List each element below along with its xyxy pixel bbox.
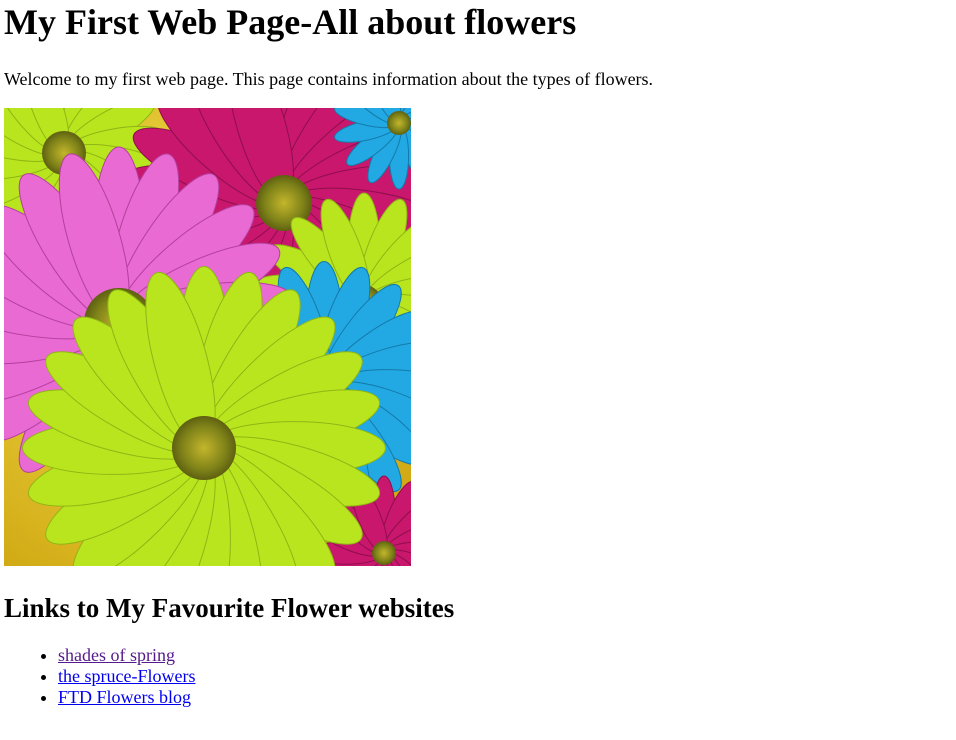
link-the-spruce-flowers[interactable]: the spruce-Flowers (58, 666, 195, 686)
flower-center (372, 541, 396, 565)
flower-image (4, 108, 411, 566)
favourite-links-list: shades of spring the spruce-Flowers FTD … (0, 645, 195, 708)
list-item: the spruce-Flowers (58, 666, 195, 687)
page-title: My First Web Page-All about flowers (4, 2, 577, 42)
links-heading: Links to My Favourite Flower websites (4, 593, 455, 623)
list-item: shades of spring (58, 645, 195, 666)
flower-center (387, 111, 411, 135)
link-ftd-flowers-blog[interactable]: FTD Flowers blog (58, 687, 191, 707)
flower-illustration (4, 108, 411, 566)
web-page: My First Web Page-All about flowers Welc… (0, 0, 956, 740)
list-item: FTD Flowers blog (58, 687, 195, 708)
flower-center (172, 416, 236, 480)
link-shades-of-spring[interactable]: shades of spring (58, 645, 175, 665)
intro-paragraph: Welcome to my first web page. This page … (4, 69, 654, 89)
